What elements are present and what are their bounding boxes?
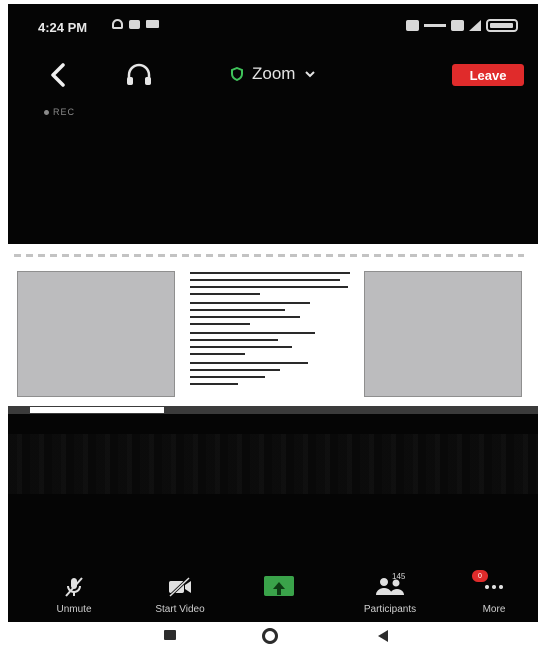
- cast-icon: [129, 19, 140, 29]
- video-background: [8, 434, 538, 494]
- sim-icon: [406, 20, 419, 31]
- unmute-button[interactable]: Unmute: [24, 576, 124, 615]
- start-video-button[interactable]: Start Video: [130, 576, 230, 615]
- share-icon: [264, 576, 294, 596]
- share-button[interactable]: [229, 576, 329, 602]
- meeting-title-dropdown[interactable]: Zoom: [230, 64, 316, 84]
- leave-button[interactable]: Leave: [452, 64, 524, 86]
- microphone-muted-icon: [65, 577, 83, 597]
- recording-indicator: REC: [44, 107, 75, 117]
- battery-icon: [486, 19, 518, 32]
- headset-icon: [112, 19, 123, 29]
- headphones-icon[interactable]: [124, 62, 154, 88]
- chevron-left-icon[interactable]: [44, 60, 74, 90]
- participants-count: 145: [392, 572, 406, 581]
- sim-icon-2: [451, 20, 464, 31]
- chevron-down-icon: [305, 71, 316, 78]
- signal-bars-icon: [424, 24, 446, 27]
- meeting-header: Zoom Leave: [8, 52, 538, 100]
- home-icon[interactable]: [262, 628, 278, 644]
- recording-label: REC: [53, 107, 76, 117]
- shared-screen-document: [190, 270, 354, 396]
- back-icon[interactable]: [378, 630, 388, 642]
- video-off-icon: [168, 576, 191, 598]
- unmute-label: Unmute: [56, 604, 92, 615]
- participants-button[interactable]: 145 Participants: [340, 572, 440, 615]
- recent-apps-icon[interactable]: [164, 630, 176, 640]
- status-bar: 4:24 PM: [8, 4, 538, 48]
- more-label: More: [482, 604, 506, 615]
- zoom-meeting-screen: 4:24 PM Zoom Leave REC Unmute Start Vide…: [8, 4, 538, 622]
- more-notification-badge: 0: [472, 570, 488, 582]
- start-video-label: Start Video: [155, 604, 205, 615]
- video-icon: [146, 20, 159, 28]
- shared-screen-left-panel: [17, 271, 175, 397]
- status-time: 4:24 PM: [38, 20, 88, 35]
- shared-screen-taskbar: [8, 406, 538, 414]
- shared-screen-content[interactable]: [8, 244, 538, 414]
- meeting-title: Zoom: [252, 64, 296, 83]
- shield-icon: [231, 67, 243, 81]
- shared-screen-toolbar-line: [14, 254, 524, 257]
- meeting-toolbar: Unmute Start Video 145 Participants 0 Mo…: [8, 570, 538, 622]
- status-icons-right: [406, 19, 518, 32]
- shared-screen-right-panel: [364, 271, 522, 397]
- android-nav-bar: [0, 622, 545, 655]
- status-icons-left: [112, 19, 159, 29]
- more-button[interactable]: 0 More: [444, 570, 538, 615]
- participants-label: Participants: [363, 604, 417, 615]
- recording-dot-icon: [44, 110, 49, 116]
- signal-icon: [469, 20, 481, 31]
